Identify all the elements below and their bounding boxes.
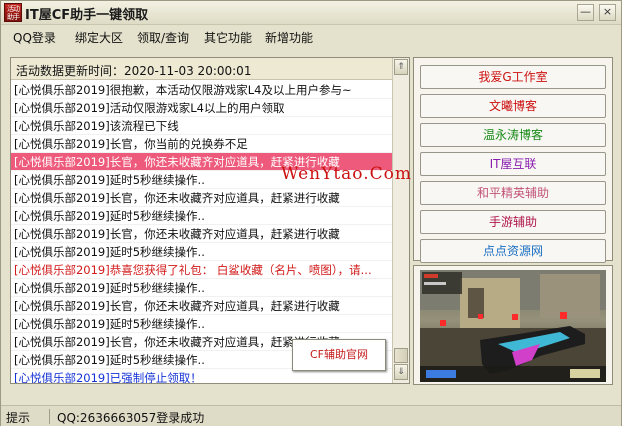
window-title: IT屋CF助手一键领取 bbox=[25, 8, 149, 23]
title-bar[interactable]: 活动助手 IT屋CF助手一键领取 — × bbox=[1, 1, 621, 25]
log-row[interactable]: [心悦俱乐部2019]长官，你当前的兑换券不足 bbox=[11, 135, 392, 153]
menu-bind-region[interactable]: 绑定大区 bbox=[75, 29, 123, 46]
status-label: 提示 bbox=[6, 411, 31, 425]
close-button[interactable]: × bbox=[599, 4, 616, 21]
log-row[interactable]: [心悦俱乐部2019]已强制停止领取！ bbox=[11, 369, 392, 383]
minimize-button[interactable]: — bbox=[577, 4, 594, 21]
log-row[interactable]: [心悦俱乐部2019]恭喜您获得了礼包： 白鲨收藏（名片、喷图），请... bbox=[11, 261, 392, 279]
link-button-peace-elite-assist[interactable]: 和平精英辅助 bbox=[420, 181, 606, 205]
menu-claim-query[interactable]: 领取/查询 bbox=[137, 29, 189, 46]
log-row[interactable]: [心悦俱乐部2019]活动仅限游戏家L4以上的用户领取 bbox=[11, 99, 392, 117]
log-header: 活动数据更新时间：2020-11-03 20:00:01 bbox=[11, 58, 392, 80]
cf-official-site-popup[interactable]: CF辅助官网 bbox=[292, 339, 386, 371]
status-bar: 提示 QQ:2636663057登录成功 bbox=[1, 405, 621, 426]
scroll-thumb[interactable] bbox=[394, 348, 408, 363]
link-button-wenyongtao-blog[interactable]: 温永涛博客 bbox=[420, 123, 606, 147]
status-message: QQ:2636663057登录成功 bbox=[57, 411, 205, 425]
menu-other-functions[interactable]: 其它功能 bbox=[204, 29, 252, 46]
watermark-text: WenYtao.Com bbox=[281, 164, 412, 184]
status-divider bbox=[49, 409, 50, 424]
log-row[interactable]: [心悦俱乐部2019]长官，你还未收藏齐对应道具，赶紧进行收藏 bbox=[11, 225, 392, 243]
scroll-up-icon[interactable]: ⇑ bbox=[394, 59, 408, 75]
log-row[interactable]: [心悦俱乐部2019]延时5秒继续操作.. bbox=[11, 315, 392, 333]
app-logo-icon: 活动助手 bbox=[4, 3, 22, 22]
menu-new-functions[interactable]: 新增功能 bbox=[265, 29, 313, 46]
log-row[interactable]: [心悦俱乐部2019]延时5秒继续操作.. bbox=[11, 279, 392, 297]
log-row[interactable]: [心悦俱乐部2019]延时5秒继续操作.. bbox=[11, 207, 392, 225]
log-rows[interactable]: [心悦俱乐部2019]很抱歉，本活动仅限游戏家L4及以上用户参与~ [心悦俱乐部2… bbox=[11, 81, 392, 383]
log-row[interactable]: [心悦俱乐部2019]长官，你还未收藏齐对应道具，赶紧进行收藏 bbox=[11, 189, 392, 207]
link-button-diandian-resource[interactable]: 点点资源网 bbox=[420, 239, 606, 263]
menu-qq-login[interactable]: QQ登录 bbox=[13, 29, 56, 46]
log-row[interactable]: [心悦俱乐部2019]长官，你还未收藏齐对应道具，赶紧进行收藏 bbox=[11, 297, 392, 315]
game-scene-icon bbox=[420, 270, 606, 382]
log-row[interactable]: [心悦俱乐部2019]该流程已下线 bbox=[11, 117, 392, 135]
link-button-wenxi-blog[interactable]: 文曦博客 bbox=[420, 94, 606, 118]
log-row[interactable]: [心悦俱乐部2019]很抱歉，本活动仅限游戏家L4及以上用户参与~ bbox=[11, 81, 392, 99]
log-list-panel: 活动数据更新时间：2020-11-03 20:00:01 [心悦俱乐部2019]… bbox=[10, 57, 410, 384]
scroll-down-icon[interactable]: ⇓ bbox=[394, 364, 408, 380]
log-row[interactable]: [心悦俱乐部2019]延时5秒继续操作.. bbox=[11, 243, 392, 261]
link-button-g-studio[interactable]: 我爱G工作室 bbox=[420, 65, 606, 89]
log-scrollbar[interactable]: ⇑ ⇓ bbox=[392, 58, 409, 383]
menu-bar: QQ登录 绑定大区 领取/查询 其它功能 新增功能 bbox=[1, 26, 621, 48]
link-panel: 我爱G工作室 文曦博客温永涛博客 IT屋互联和平精英辅助 手游辅助点点资源网 bbox=[413, 57, 613, 263]
link-button-mobile-game-assist[interactable]: 手游辅助 bbox=[420, 210, 606, 234]
game-preview-panel bbox=[413, 265, 613, 385]
app-window: 活动助手 IT屋CF助手一键领取 — × QQ登录 绑定大区 领取/查询 其它功… bbox=[0, 0, 622, 426]
game-screenshot-image bbox=[420, 270, 606, 382]
link-button-itwu-interconnect[interactable]: IT屋互联 bbox=[420, 152, 606, 176]
